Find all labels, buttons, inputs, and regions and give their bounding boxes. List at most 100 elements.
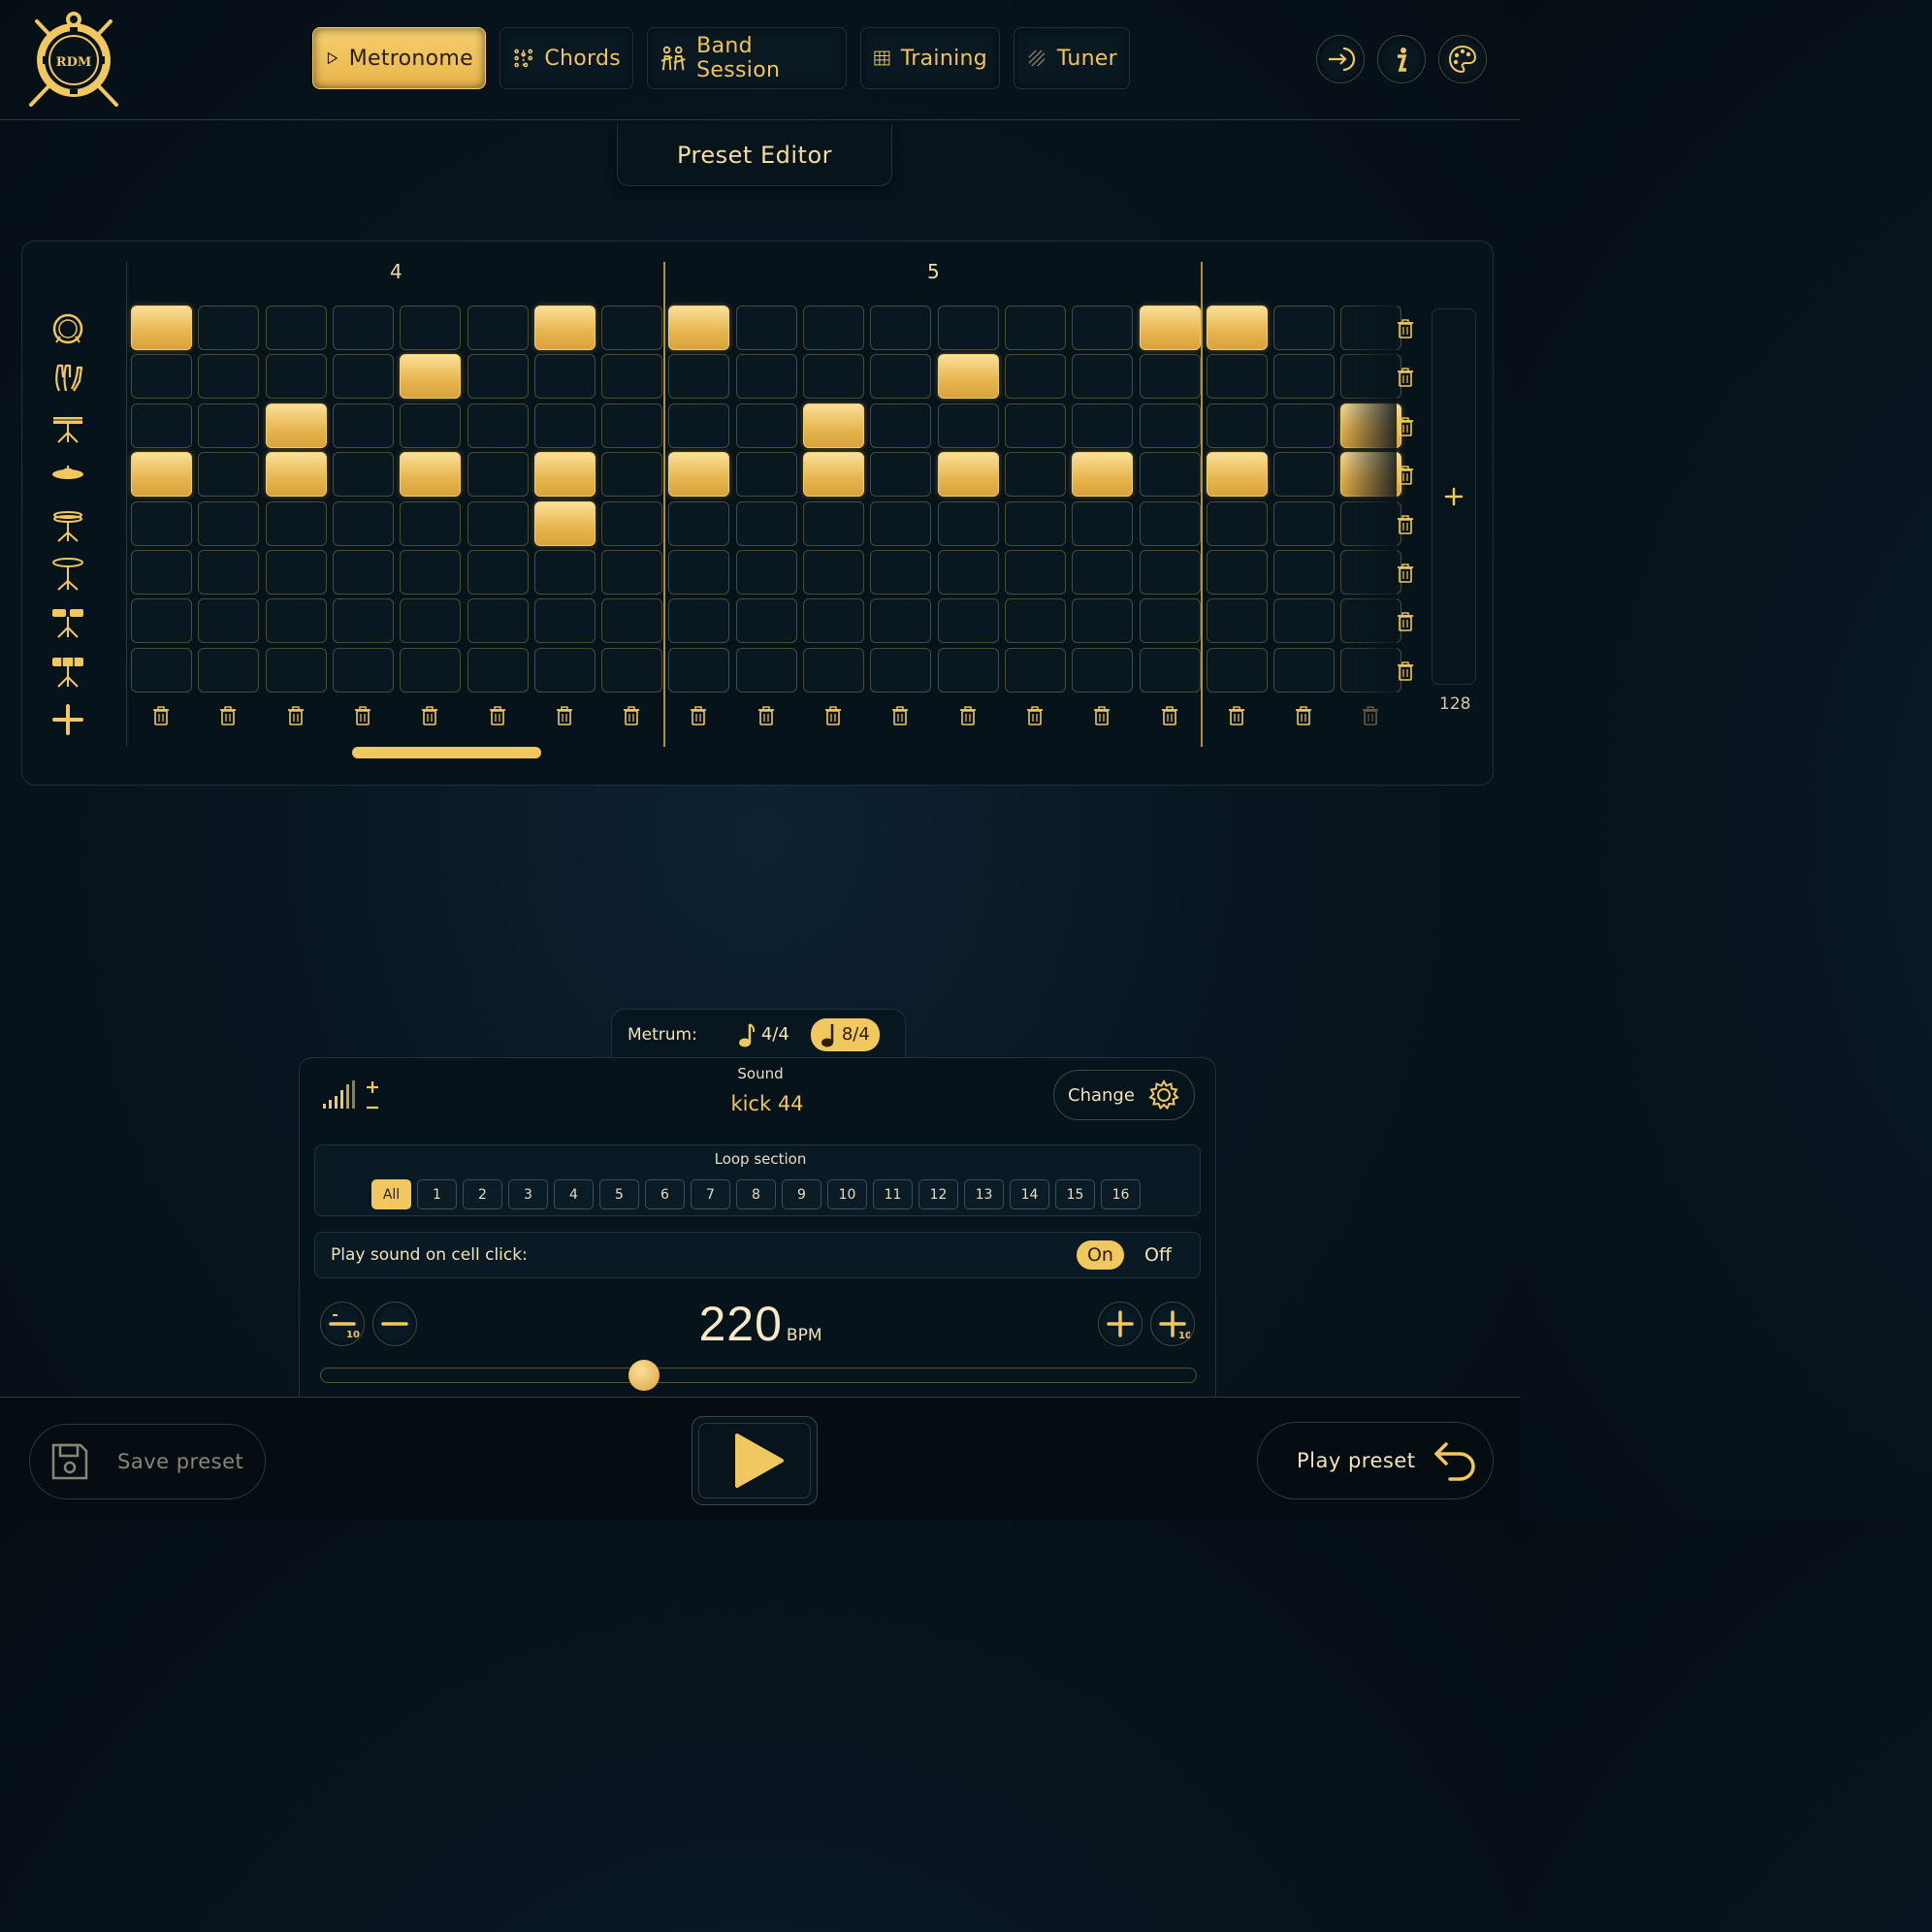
grid-cell[interactable] xyxy=(534,501,596,546)
grid-cell[interactable] xyxy=(467,452,529,497)
grid-cell[interactable] xyxy=(534,306,596,350)
grid-cell[interactable] xyxy=(534,403,596,448)
grid-cell[interactable] xyxy=(131,648,192,692)
grid-cell[interactable] xyxy=(938,501,999,546)
grid-cell[interactable] xyxy=(601,403,662,448)
grid-cell[interactable] xyxy=(1273,306,1335,350)
grid-cell[interactable] xyxy=(198,306,259,350)
grid-cell[interactable] xyxy=(1207,403,1268,448)
delete-row-button[interactable] xyxy=(1397,368,1414,387)
grid-cell[interactable] xyxy=(1072,501,1133,546)
grid-cell[interactable] xyxy=(1140,452,1201,497)
toggle-off-button[interactable]: Off xyxy=(1134,1240,1182,1270)
loop-option-1[interactable]: 1 xyxy=(417,1179,457,1209)
grid-cell[interactable] xyxy=(400,501,461,546)
increase-10-button[interactable]: 10 xyxy=(1150,1302,1195,1346)
delete-row-button[interactable] xyxy=(1397,612,1414,631)
grid-cell[interactable] xyxy=(333,550,394,595)
grid-cell[interactable] xyxy=(1207,648,1268,692)
grid-cell[interactable] xyxy=(131,306,192,350)
delete-column-button[interactable] xyxy=(489,706,506,725)
grid-cell[interactable] xyxy=(1005,648,1066,692)
delete-column-button[interactable] xyxy=(1362,706,1379,725)
grid-cell[interactable] xyxy=(601,550,662,595)
delete-column-button[interactable] xyxy=(757,706,775,725)
loop-option-11[interactable]: 11 xyxy=(873,1179,913,1209)
grid-cell[interactable] xyxy=(333,403,394,448)
grid-cell[interactable] xyxy=(736,306,797,350)
grid-cell[interactable] xyxy=(870,648,931,692)
grid-cell[interactable] xyxy=(266,306,327,350)
grid-cell[interactable] xyxy=(198,354,259,399)
grid-cell[interactable] xyxy=(400,648,461,692)
grid-cell[interactable] xyxy=(131,452,192,497)
grid-cell[interactable] xyxy=(131,550,192,595)
grid-cell[interactable] xyxy=(736,354,797,399)
theme-button[interactable] xyxy=(1438,35,1487,83)
grid-cell[interactable] xyxy=(601,354,662,399)
app-logo[interactable]: RDM xyxy=(25,8,122,111)
grid-cell[interactable] xyxy=(467,354,529,399)
grid-cell[interactable] xyxy=(266,354,327,399)
grid-cell[interactable] xyxy=(1005,452,1066,497)
grid-cell[interactable] xyxy=(1273,403,1335,448)
grid-cell[interactable] xyxy=(601,501,662,546)
grid-cell[interactable] xyxy=(1140,403,1201,448)
grid-cell[interactable] xyxy=(1140,648,1201,692)
grid-cell[interactable] xyxy=(668,501,729,546)
delete-column-button[interactable] xyxy=(219,706,237,725)
instrument-snare[interactable] xyxy=(50,409,85,444)
grid-cell[interactable] xyxy=(131,354,192,399)
grid-cell[interactable] xyxy=(938,648,999,692)
save-preset-button[interactable]: Save preset xyxy=(29,1424,266,1499)
delete-column-button[interactable] xyxy=(824,706,842,725)
delete-column-button[interactable] xyxy=(1228,706,1245,725)
grid-cell[interactable] xyxy=(400,550,461,595)
grid-cell[interactable] xyxy=(400,306,461,350)
grid-cell[interactable] xyxy=(668,648,729,692)
grid-cell[interactable] xyxy=(668,403,729,448)
grid-cell[interactable] xyxy=(333,452,394,497)
grid-cell[interactable] xyxy=(1072,354,1133,399)
loop-option-9[interactable]: 9 xyxy=(782,1179,821,1209)
grid-cell[interactable] xyxy=(467,550,529,595)
grid-cell[interactable] xyxy=(1072,452,1133,497)
grid-cell[interactable] xyxy=(266,598,327,643)
loop-option-2[interactable]: 2 xyxy=(463,1179,502,1209)
delete-column-button[interactable] xyxy=(152,706,170,725)
grid-cell[interactable] xyxy=(131,403,192,448)
grid-cell[interactable] xyxy=(333,501,394,546)
grid-cell[interactable] xyxy=(601,598,662,643)
loop-option-12[interactable]: 12 xyxy=(918,1179,958,1209)
grid-scrollbar[interactable] xyxy=(352,747,541,758)
add-instrument-button[interactable] xyxy=(50,702,85,737)
delete-column-button[interactable] xyxy=(1161,706,1178,725)
grid-cell[interactable] xyxy=(1072,306,1133,350)
grid-cell[interactable] xyxy=(266,501,327,546)
grid-cell[interactable] xyxy=(333,306,394,350)
grid-cell[interactable] xyxy=(1273,354,1335,399)
loop-option-13[interactable]: 13 xyxy=(964,1179,1004,1209)
grid-cell[interactable] xyxy=(1072,598,1133,643)
tab-band-session[interactable]: Band Session xyxy=(647,27,847,89)
grid-cell[interactable] xyxy=(333,598,394,643)
grid-cell[interactable] xyxy=(198,550,259,595)
instrument-hi-hat[interactable] xyxy=(50,507,85,542)
metrum-option-8-4[interactable]: 8/4 xyxy=(810,1017,880,1051)
grid-cell[interactable] xyxy=(1207,598,1268,643)
instrument-floor-tom[interactable] xyxy=(50,654,85,689)
grid-cell[interactable] xyxy=(1140,598,1201,643)
grid-cell[interactable] xyxy=(198,403,259,448)
grid-cell[interactable] xyxy=(938,550,999,595)
grid-cell[interactable] xyxy=(534,648,596,692)
instrument-ride-cymbal[interactable] xyxy=(50,556,85,591)
grid-cell[interactable] xyxy=(1273,598,1335,643)
grid-cell[interactable] xyxy=(870,354,931,399)
change-sound-button[interactable]: Change xyxy=(1053,1070,1195,1120)
grid-cell[interactable] xyxy=(736,452,797,497)
tempo-slider[interactable] xyxy=(320,1368,1197,1383)
info-button[interactable] xyxy=(1377,35,1426,83)
grid-cell[interactable] xyxy=(736,598,797,643)
grid-cell[interactable] xyxy=(333,648,394,692)
grid-cell[interactable] xyxy=(1005,550,1066,595)
